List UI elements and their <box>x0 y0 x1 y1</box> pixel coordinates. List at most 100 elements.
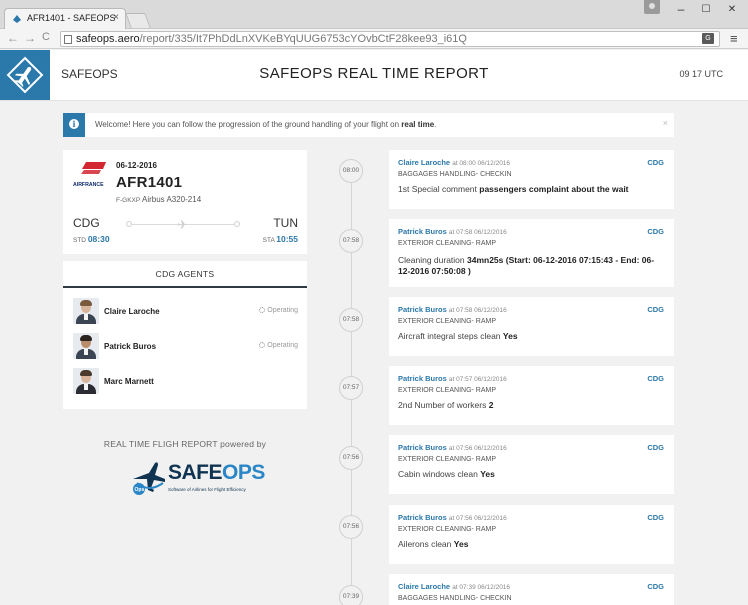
safeops-powered-logo: Ops SAFEOPS Software of Airlines for Fli… <box>129 459 265 497</box>
welcome-banner: i Welcome! Here you can follow the progr… <box>63 113 674 137</box>
safeops-tagline: Software of Airlines for Flight Efficien… <box>168 487 246 492</box>
page-title: SAFEOPS REAL TIME REPORT <box>259 65 489 82</box>
agent-status: Operating <box>259 342 298 349</box>
timeline-time-marker: 07:57 <box>339 376 363 400</box>
event-airport: CDG <box>647 582 664 591</box>
timeline-event: Patrick Buros at 07:57 06/12/2016 CDG EX… <box>389 366 674 425</box>
flight-date: 06-12-2016 <box>116 161 157 170</box>
forward-button[interactable]: → <box>24 31 36 45</box>
event-airport: CDG <box>647 513 664 522</box>
reload-button[interactable]: C <box>42 31 50 43</box>
info-icon: i <box>63 113 85 137</box>
agent-name: Patrick Buros <box>104 342 157 351</box>
airplane-icon: ✈ <box>177 217 188 232</box>
event-category: EXTERIOR CLEANING- RAMP <box>398 526 497 533</box>
avatar <box>73 298 99 324</box>
safeops-plane-logo-icon: Ops <box>133 462 165 495</box>
event-author: Patrick Buros at 07:56 06/12/2016 <box>398 443 507 452</box>
std-time: STD 08:30 <box>73 234 110 244</box>
avatar <box>73 333 99 359</box>
maximize-button[interactable]: ☐ <box>696 4 716 15</box>
utc-clock: 09 17 UTC <box>679 69 723 79</box>
timeline-event: Patrick Buros at 07:58 06/12/2016 CDG EX… <box>389 219 674 287</box>
minimize-button[interactable]: – <box>671 2 691 16</box>
safeops-favicon-icon <box>13 15 21 23</box>
event-text: 2nd Number of workers 2 <box>398 400 494 410</box>
url-host: safeops.aero <box>76 33 140 45</box>
event-author: Claire Laroche at 08:00 06/12/2016 <box>398 158 511 167</box>
event-category: EXTERIOR CLEANING- RAMP <box>398 387 497 394</box>
svg-text:AIRFRANCE: AIRFRANCE <box>73 182 104 188</box>
agent-row: Claire Laroche Operating <box>63 298 307 328</box>
event-category: EXTERIOR CLEANING- RAMP <box>398 456 497 463</box>
event-text: Aircraft integral steps clean Yes <box>398 331 518 341</box>
operating-spinner-icon <box>259 307 266 313</box>
event-text: Ailerons clean Yes <box>398 539 469 549</box>
timeline-event: Claire Laroche at 08:00 06/12/2016 CDG B… <box>389 150 674 209</box>
welcome-message: Welcome! Here you can follow the progres… <box>95 120 437 129</box>
avatar <box>73 368 99 394</box>
operating-spinner-icon <box>259 342 266 348</box>
event-airport: CDG <box>647 158 664 167</box>
event-author: Claire Laroche at 07:39 06/12/2016 <box>398 582 511 591</box>
new-tab-button[interactable] <box>125 13 151 28</box>
tab-title: AFR1401 - SAFEOPS <box>27 13 116 23</box>
browser-toolbar: ← → C safeops.aero/report/335/It7PhDdLnX… <box>0 29 748 49</box>
aircraft-info: F-GKXP Airbus A320-214 <box>116 195 202 204</box>
agent-row: Patrick Buros Operating <box>63 333 307 363</box>
app-header: SAFEOPS SAFEOPS REAL TIME REPORT 09 17 U… <box>0 50 748 101</box>
browser-tabstrip: AFR1401 - SAFEOPS × – ☐ ✕ <box>0 0 748 29</box>
tab-close-icon[interactable]: × <box>113 12 119 23</box>
page-icon <box>64 35 72 44</box>
back-button[interactable]: ← <box>7 31 19 45</box>
agent-status: Operating <box>259 307 298 314</box>
agents-card: CDG AGENTS Claire Laroche Operating Patr… <box>63 261 307 409</box>
timeline-time-marker: 08:00 <box>339 159 363 183</box>
event-text: 1st Special comment passengers complaint… <box>398 184 629 194</box>
origin-airport: CDG <box>73 216 100 230</box>
event-category: BAGGAGES HANDLING- CHECKIN <box>398 595 512 602</box>
agents-header: CDG AGENTS <box>63 261 307 288</box>
timeline-event: Patrick Buros at 07:56 06/12/2016 CDG EX… <box>389 435 674 494</box>
timeline-time-marker: 07:56 <box>339 515 363 539</box>
event-airport: CDG <box>647 227 664 236</box>
powered-by-text: REAL TIME FLIGH REPORT powered by <box>103 439 267 449</box>
timeline-time-marker: 07:58 <box>339 229 363 253</box>
browser-tab[interactable]: AFR1401 - SAFEOPS × <box>4 8 126 29</box>
browser-menu-icon[interactable]: ≡ <box>730 31 738 46</box>
timeline-time-marker: 07:58 <box>339 308 363 332</box>
sta-time: STA 10:55 <box>262 234 298 244</box>
event-airport: CDG <box>647 443 664 452</box>
agent-row: Marc Marnett <box>63 368 307 398</box>
timeline-event: Patrick Buros at 07:58 06/12/2016 CDG EX… <box>389 297 674 356</box>
agent-name: Marc Marnett <box>104 377 154 386</box>
event-text: Cleaning duration 34mn25s (Start: 06-12-… <box>398 255 655 276</box>
flight-number: AFR1401 <box>116 174 183 191</box>
close-window-button[interactable]: ✕ <box>722 4 742 15</box>
route-end-dot <box>234 221 240 227</box>
event-category: EXTERIOR CLEANING- RAMP <box>398 318 497 325</box>
event-category: EXTERIOR CLEANING- RAMP <box>398 240 497 247</box>
address-bar[interactable]: safeops.aero/report/335/It7PhDdLnXVKeBYq… <box>60 31 720 47</box>
user-profile-icon[interactable] <box>644 0 660 14</box>
dismiss-banner-icon[interactable]: × <box>663 118 668 128</box>
svg-text:Ops: Ops <box>135 487 145 493</box>
destination-airport: TUN <box>273 216 298 230</box>
translate-icon[interactable]: G <box>702 33 714 44</box>
safeops-wordmark: SAFEOPS <box>168 461 265 484</box>
event-author: Patrick Buros at 07:56 06/12/2016 <box>398 513 507 522</box>
timeline-event: Claire Laroche at 07:39 06/12/2016 CDG B… <box>389 574 674 605</box>
timeline-time-marker: 07:56 <box>339 446 363 470</box>
timeline-event: Patrick Buros at 07:56 06/12/2016 CDG EX… <box>389 505 674 564</box>
event-author: Patrick Buros at 07:58 06/12/2016 <box>398 305 507 314</box>
agent-name: Claire Laroche <box>104 307 160 316</box>
url-path: /report/335/It7PhDdLnXVKeBYqUUG6753cYOvb… <box>139 33 467 45</box>
event-author: Patrick Buros at 07:57 06/12/2016 <box>398 374 507 383</box>
event-author: Patrick Buros at 07:58 06/12/2016 <box>398 227 507 236</box>
event-category: BAGGAGES HANDLING- CHECKIN <box>398 171 512 178</box>
event-airport: CDG <box>647 374 664 383</box>
air-france-logo: AIRFRANCE <box>73 162 106 188</box>
event-airport: CDG <box>647 305 664 314</box>
flight-card: AIRFRANCE 06-12-2016 AFR1401 F-GKXP Airb… <box>63 150 307 254</box>
timeline-time-marker: 07:39 <box>339 585 363 605</box>
